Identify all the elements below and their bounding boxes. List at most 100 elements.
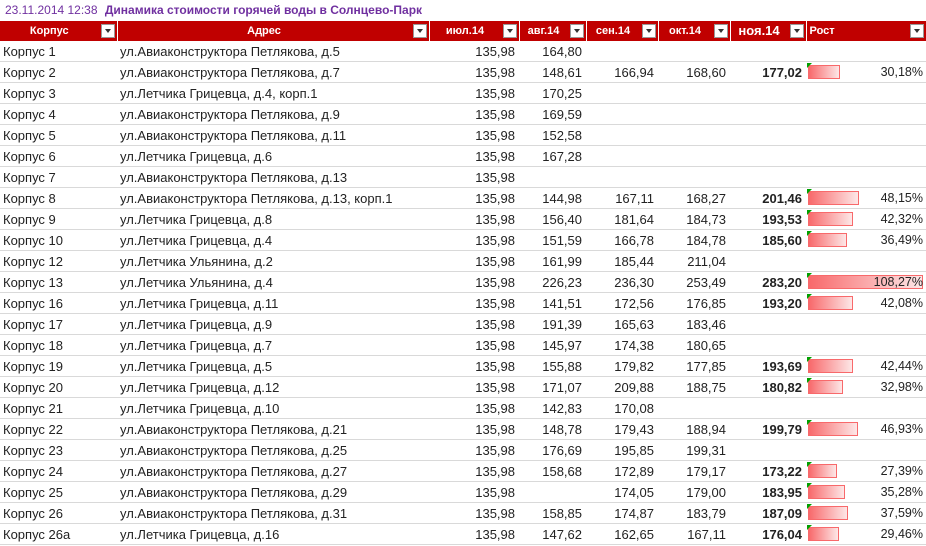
- cell-aug[interactable]: 158,85: [519, 502, 586, 524]
- cell-oct[interactable]: 168,60: [658, 61, 730, 83]
- cell-jul[interactable]: 135,98: [429, 502, 519, 524]
- cell-sep[interactable]: 179,82: [586, 355, 658, 377]
- cell-sep[interactable]: 166,78: [586, 229, 658, 251]
- filter-dropdown-icon[interactable]: [641, 24, 656, 38]
- table-row[interactable]: Корпус 8 ул.Авиаконструктора Петлякова, д…: [0, 187, 926, 209]
- filter-dropdown-icon[interactable]: [502, 24, 517, 38]
- cell-oct[interactable]: 177,85: [658, 355, 730, 377]
- cell-growth[interactable]: [806, 124, 926, 146]
- cell-jul[interactable]: 135,98: [429, 376, 519, 398]
- cell-oct[interactable]: 179,00: [658, 481, 730, 503]
- table-row[interactable]: Корпус 22 ул.Авиаконструктора Петлякова, …: [0, 418, 926, 440]
- cell-korpus[interactable]: Корпус 9: [0, 208, 117, 230]
- cell-sep[interactable]: 162,65: [586, 523, 658, 545]
- cell-jul[interactable]: 135,98: [429, 229, 519, 251]
- cell-jul[interactable]: 135,98: [429, 124, 519, 146]
- cell-growth[interactable]: [806, 145, 926, 167]
- cell-jul[interactable]: 135,98: [429, 481, 519, 503]
- cell-jul[interactable]: 135,98: [429, 313, 519, 335]
- cell-aug[interactable]: [519, 481, 586, 503]
- cell-oct[interactable]: 180,65: [658, 334, 730, 356]
- cell-growth[interactable]: 30,18%: [806, 61, 926, 83]
- cell-korpus[interactable]: Корпус 12: [0, 250, 117, 272]
- cell-oct[interactable]: 188,94: [658, 418, 730, 440]
- cell-growth[interactable]: 46,93%: [806, 418, 926, 440]
- cell-sep[interactable]: 172,89: [586, 460, 658, 482]
- cell-jul[interactable]: 135,98: [429, 187, 519, 209]
- cell-jul[interactable]: 135,98: [429, 523, 519, 545]
- cell-growth[interactable]: [806, 82, 926, 104]
- cell-address[interactable]: ул.Летчика Грицевца, д.9: [117, 313, 429, 335]
- table-row[interactable]: Корпус 9 ул.Летчика Грицевца, д.8 135,98 15…: [0, 208, 926, 230]
- cell-oct[interactable]: 167,11: [658, 523, 730, 545]
- cell-address[interactable]: ул.Летчика Грицевца, д.4: [117, 229, 429, 251]
- cell-aug[interactable]: 171,07: [519, 376, 586, 398]
- cell-aug[interactable]: 155,88: [519, 355, 586, 377]
- cell-aug[interactable]: 191,39: [519, 313, 586, 335]
- table-row[interactable]: Корпус 25 ул.Авиаконструктора Петлякова, …: [0, 481, 926, 503]
- cell-korpus[interactable]: Корпус 1: [0, 41, 117, 62]
- cell-korpus[interactable]: Корпус 7: [0, 166, 117, 188]
- table-row[interactable]: Корпус 4 ул.Авиаконструктора Петлякова, д…: [0, 103, 926, 125]
- cell-jul[interactable]: 135,98: [429, 103, 519, 125]
- cell-jul[interactable]: 135,98: [429, 292, 519, 314]
- cell-sep[interactable]: 166,94: [586, 61, 658, 83]
- cell-nov[interactable]: [730, 166, 806, 188]
- cell-address[interactable]: ул.Авиаконструктора Петлякова, д.7: [117, 61, 429, 83]
- cell-sep[interactable]: [586, 41, 658, 62]
- cell-address[interactable]: ул.Авиаконструктора Петлякова, д.5: [117, 41, 429, 62]
- cell-oct[interactable]: [658, 166, 730, 188]
- cell-korpus[interactable]: Корпус 26а: [0, 523, 117, 545]
- cell-aug[interactable]: [519, 166, 586, 188]
- cell-oct[interactable]: [658, 82, 730, 104]
- cell-address[interactable]: ул.Авиаконструктора Петлякова, д.31: [117, 502, 429, 524]
- cell-jul[interactable]: 135,98: [429, 208, 519, 230]
- cell-oct[interactable]: 176,85: [658, 292, 730, 314]
- cell-growth[interactable]: [806, 103, 926, 125]
- cell-nov[interactable]: [730, 397, 806, 419]
- cell-address[interactable]: ул.Летчика Грицевца, д.5: [117, 355, 429, 377]
- cell-aug[interactable]: 164,80: [519, 41, 586, 62]
- cell-jul[interactable]: 135,98: [429, 271, 519, 293]
- table-row[interactable]: Корпус 2 ул.Авиаконструктора Петлякова, д…: [0, 61, 926, 83]
- cell-growth[interactable]: 42,44%: [806, 355, 926, 377]
- cell-nov[interactable]: 183,95: [730, 481, 806, 503]
- cell-oct[interactable]: [658, 145, 730, 167]
- cell-oct[interactable]: 179,17: [658, 460, 730, 482]
- cell-growth[interactable]: [806, 41, 926, 62]
- table-row[interactable]: Корпус 20 ул.Летчика Грицевца, д.12 135,98…: [0, 376, 926, 398]
- cell-korpus[interactable]: Корпус 17: [0, 313, 117, 335]
- cell-nov[interactable]: 180,82: [730, 376, 806, 398]
- cell-aug[interactable]: 148,78: [519, 418, 586, 440]
- cell-korpus[interactable]: Корпус 13: [0, 271, 117, 293]
- cell-jul[interactable]: 135,98: [429, 166, 519, 188]
- table-row[interactable]: Корпус 23 ул.Авиаконструктора Петлякова, …: [0, 439, 926, 461]
- cell-address[interactable]: ул.Авиаконструктора Петлякова, д.29: [117, 481, 429, 503]
- cell-korpus[interactable]: Корпус 5: [0, 124, 117, 146]
- cell-jul[interactable]: 135,98: [429, 397, 519, 419]
- cell-korpus[interactable]: Корпус 25: [0, 481, 117, 503]
- cell-growth[interactable]: [806, 439, 926, 461]
- cell-address[interactable]: ул.Летчика Ульянина, д.4: [117, 271, 429, 293]
- cell-sep[interactable]: [586, 166, 658, 188]
- cell-growth[interactable]: [806, 313, 926, 335]
- table-row[interactable]: Корпус 16 ул.Летчика Грицевца, д.11 135,98…: [0, 292, 926, 314]
- cell-oct[interactable]: 253,49: [658, 271, 730, 293]
- table-row[interactable]: Корпус 12 ул.Летчика Ульянина, д.2 135,98 1…: [0, 250, 926, 272]
- cell-jul[interactable]: 135,98: [429, 355, 519, 377]
- cell-address[interactable]: ул.Летчика Грицевца, д.4, корп.1: [117, 82, 429, 104]
- cell-nov[interactable]: 199,79: [730, 418, 806, 440]
- cell-growth[interactable]: 37,59%: [806, 502, 926, 524]
- cell-nov[interactable]: [730, 145, 806, 167]
- cell-sep[interactable]: 172,56: [586, 292, 658, 314]
- cell-sep[interactable]: 165,63: [586, 313, 658, 335]
- cell-jul[interactable]: 135,98: [429, 334, 519, 356]
- cell-aug[interactable]: 158,68: [519, 460, 586, 482]
- cell-address[interactable]: ул.Авиаконструктора Петлякова, д.11: [117, 124, 429, 146]
- table-row[interactable]: Корпус 21 ул.Летчика Грицевца, д.10 135,98…: [0, 397, 926, 419]
- cell-oct[interactable]: 184,78: [658, 229, 730, 251]
- cell-jul[interactable]: 135,98: [429, 82, 519, 104]
- cell-nov[interactable]: 283,20: [730, 271, 806, 293]
- cell-oct[interactable]: [658, 103, 730, 125]
- cell-address[interactable]: ул.Летчика Грицевца, д.12: [117, 376, 429, 398]
